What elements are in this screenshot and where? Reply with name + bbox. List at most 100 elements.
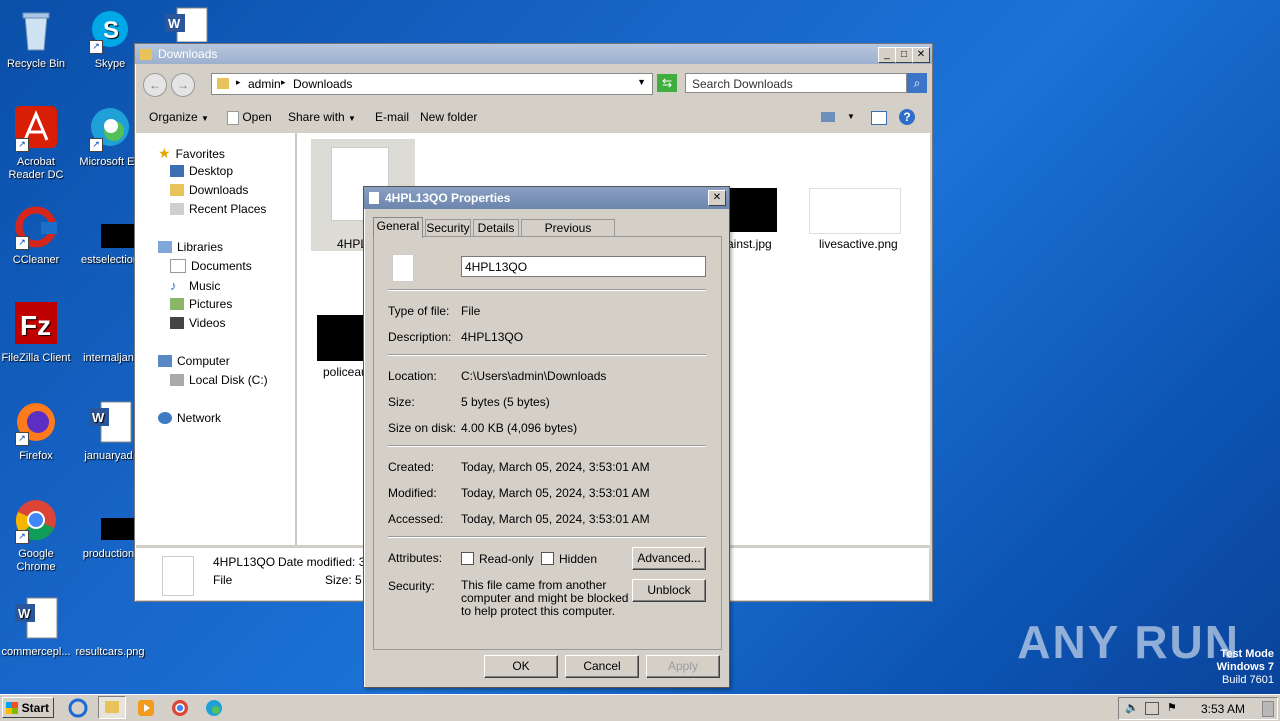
- nav-pictures[interactable]: Pictures: [170, 297, 232, 311]
- chevron-down-icon: ▼: [201, 114, 209, 123]
- folder-icon: [217, 78, 229, 89]
- readonly-checkbox[interactable]: [461, 552, 474, 565]
- forward-button[interactable]: →: [171, 73, 195, 97]
- word-document-icon: W: [87, 400, 133, 446]
- hidden-label[interactable]: Hidden: [559, 552, 597, 566]
- desktop-icon-label: Firefox: [19, 450, 53, 462]
- apply-button[interactable]: Apply: [646, 655, 720, 678]
- details-modified: Date modified: 3/: [278, 555, 369, 569]
- search-icon[interactable]: ⌕: [907, 73, 927, 93]
- image-thumbnail[interactable]: [727, 188, 777, 232]
- start-button[interactable]: Start: [2, 697, 54, 718]
- image-thumbnail[interactable]: [317, 315, 367, 361]
- divider: [388, 536, 706, 538]
- file-name[interactable]: policeau: [323, 365, 368, 379]
- cancel-button[interactable]: Cancel: [565, 655, 639, 678]
- close-button[interactable]: ✕: [708, 190, 726, 206]
- nav-downloads[interactable]: Downloads: [170, 183, 248, 197]
- desktop-icon-chrome[interactable]: ↗ Google Chrome: [0, 498, 72, 574]
- nav-desktop[interactable]: Desktop: [170, 164, 233, 178]
- desktop-icon-recycle-bin[interactable]: Recycle Bin: [0, 8, 72, 71]
- view-icon[interactable]: [821, 112, 835, 122]
- accessed-label: Accessed:: [388, 512, 444, 526]
- minimize-button[interactable]: _: [878, 47, 896, 63]
- hidden-checkbox[interactable]: [541, 552, 554, 565]
- desktop-icon-firefox[interactable]: ↗ Firefox: [0, 400, 72, 463]
- file-name[interactable]: livesactive.png: [819, 237, 898, 251]
- desktop-icon-resultcars[interactable]: resultcars.png: [74, 596, 146, 659]
- close-button[interactable]: ✕: [912, 47, 930, 63]
- tab-security[interactable]: Security: [425, 219, 471, 237]
- nav-local-disk[interactable]: Local Disk (C:): [170, 373, 268, 387]
- nav-computer[interactable]: Computer: [158, 354, 230, 368]
- tab-details[interactable]: Details: [473, 219, 519, 237]
- unblock-button[interactable]: Unblock: [632, 579, 706, 602]
- help-icon[interactable]: ?: [899, 109, 915, 125]
- chevron-right-icon: ▸: [236, 77, 241, 87]
- breadcrumb-item[interactable]: admin: [248, 77, 281, 91]
- back-button[interactable]: ←: [143, 73, 167, 97]
- chevron-down-icon[interactable]: ▼: [637, 77, 646, 87]
- nav-videos[interactable]: Videos: [170, 316, 225, 330]
- clock[interactable]: 3:53 AM: [1201, 702, 1245, 716]
- nav-documents[interactable]: Documents: [170, 259, 252, 273]
- desktop-icon-label: CCleaner: [12, 254, 60, 266]
- file-name[interactable]: ainst.jpg: [727, 237, 772, 251]
- image-thumbnail[interactable]: [809, 188, 901, 234]
- properties-dialog: 4HPL13QO Properties ✕ General Security D…: [363, 186, 730, 688]
- explorer-taskbar-button[interactable]: [98, 696, 126, 719]
- details-size: Size: 5 I: [325, 573, 369, 587]
- edge-icon[interactable]: [204, 698, 224, 718]
- nav-music[interactable]: ♪ Music: [170, 278, 220, 293]
- details-filename: 4HPL13QO: [213, 555, 276, 569]
- chrome-icon[interactable]: [170, 698, 190, 718]
- breadcrumb[interactable]: ▸ admin ▸ Downloads ▼: [211, 73, 653, 95]
- chevron-down-icon[interactable]: ▼: [847, 112, 855, 121]
- open-button[interactable]: Open: [227, 110, 272, 125]
- media-player-icon[interactable]: [136, 698, 156, 718]
- new-folder-button[interactable]: New folder: [420, 110, 477, 124]
- desktop-icon-label: resultcars.png: [75, 646, 145, 658]
- security-label: Security:: [388, 579, 435, 593]
- description-label: Description:: [388, 330, 452, 344]
- email-button[interactable]: E-mail: [375, 110, 409, 124]
- search-input[interactable]: Search Downloads: [685, 73, 907, 93]
- details-type: File: [213, 573, 233, 587]
- desktop-icon-ccleaner[interactable]: ↗ CCleaner: [0, 204, 72, 267]
- nav-favorites[interactable]: ★ Favorites: [158, 145, 225, 162]
- modified-value: Today, March 05, 2024, 3:53:01 AM: [461, 486, 650, 500]
- preview-pane-icon[interactable]: [871, 111, 887, 125]
- shortcut-arrow-icon: ↗: [89, 40, 103, 54]
- nav-recent-places[interactable]: Recent Places: [170, 202, 266, 216]
- flag-icon[interactable]: ⚑: [1167, 701, 1177, 714]
- organize-button[interactable]: Organize ▼: [149, 110, 209, 124]
- videos-icon: [170, 317, 184, 329]
- readonly-label[interactable]: Read-only: [479, 552, 534, 566]
- word-document-icon[interactable]: W: [163, 6, 211, 43]
- filename-field[interactable]: [461, 256, 706, 277]
- network-tray-icon[interactable]: [1145, 702, 1159, 715]
- maximize-button[interactable]: □: [895, 47, 913, 63]
- breadcrumb-item[interactable]: Downloads: [293, 77, 352, 91]
- advanced-button[interactable]: Advanced...: [632, 547, 706, 570]
- desktop-icon-acrobat[interactable]: ↗ Acrobat Reader DC: [0, 106, 72, 182]
- nav-libraries[interactable]: Libraries: [158, 240, 223, 254]
- share-with-button[interactable]: Share with ▼: [288, 110, 356, 124]
- show-desktop-button[interactable]: [1262, 701, 1274, 717]
- size-label: Size:: [388, 395, 415, 409]
- divider: [388, 289, 706, 291]
- desktop-icon-label: Google Chrome: [16, 548, 56, 573]
- desktop-icon-filezilla[interactable]: Fz FileZilla Client: [0, 302, 72, 365]
- tab-general[interactable]: General: [373, 217, 423, 238]
- divider: [388, 445, 706, 447]
- ok-button[interactable]: OK: [484, 655, 558, 678]
- computer-icon: [158, 355, 172, 367]
- volume-icon[interactable]: 🔈: [1125, 701, 1139, 714]
- tab-previous-versions[interactable]: Previous Versions: [521, 219, 615, 252]
- navigation-pane: ★ Favorites Desktop Downloads Recent Plac…: [136, 133, 297, 545]
- nav-network[interactable]: Network: [158, 411, 221, 425]
- ie-icon[interactable]: [68, 698, 88, 718]
- refresh-icon[interactable]: ⇆: [657, 74, 677, 92]
- created-label: Created:: [388, 460, 435, 474]
- desktop-icon-commercepl[interactable]: W commercepl...: [0, 596, 72, 659]
